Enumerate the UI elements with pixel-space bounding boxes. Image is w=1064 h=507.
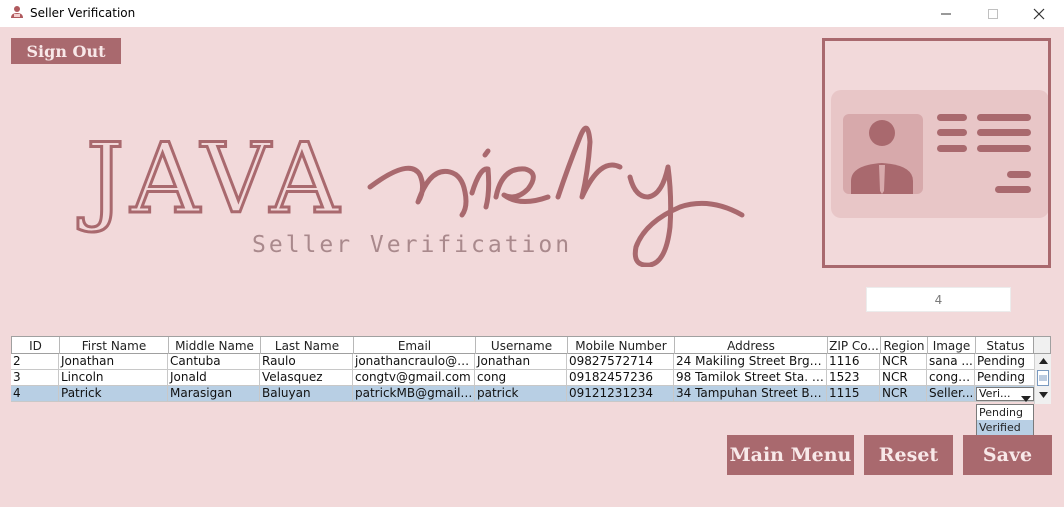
table-row[interactable]: 3 Lincoln Jonald Velasquez congtv@gmail.…: [11, 370, 1034, 386]
cell-username[interactable]: cong: [475, 370, 567, 385]
cell-zip-code[interactable]: 1523: [827, 370, 880, 385]
main-menu-button[interactable]: Main Menu: [727, 435, 854, 475]
brand-caps: JAVA: [77, 123, 345, 235]
status-combo[interactable]: Veri...: [976, 387, 1034, 402]
cell-last-name[interactable]: Velasquez: [260, 370, 353, 385]
title-bar: Seller Verification: [0, 0, 1064, 27]
col-last-name[interactable]: Last Name: [261, 337, 354, 354]
cell-mobile-number[interactable]: 09182457236: [567, 370, 674, 385]
scroll-thumb[interactable]: [1037, 370, 1049, 386]
cell-username[interactable]: patrick: [475, 386, 567, 401]
scroll-down-icon[interactable]: [1035, 388, 1051, 402]
cell-image[interactable]: congtv...: [927, 370, 975, 385]
page-subtitle: Seller Verification: [252, 232, 573, 258]
cell-id[interactable]: 3: [11, 370, 59, 385]
cell-image[interactable]: sana ...: [927, 354, 975, 369]
table-scrollbar[interactable]: [1034, 354, 1051, 404]
col-username[interactable]: Username: [476, 337, 568, 354]
cell-email[interactable]: patrickMB@gmail.c...: [353, 386, 475, 401]
status-option-verified[interactable]: Verified: [977, 420, 1033, 435]
col-image[interactable]: Image: [928, 337, 976, 354]
cell-middle-name[interactable]: Cantuba: [168, 354, 260, 369]
col-address[interactable]: Address: [675, 337, 828, 354]
cell-status[interactable]: Pending: [975, 370, 1034, 385]
cell-region[interactable]: NCR: [880, 370, 927, 385]
cell-region[interactable]: NCR: [880, 386, 927, 401]
col-mobile-number[interactable]: Mobile Number: [568, 337, 675, 354]
cell-mobile-number[interactable]: 09827572714: [567, 354, 674, 369]
seller-table: ID First Name Middle Name Last Name Emai…: [11, 336, 1051, 404]
close-button[interactable]: [1016, 0, 1062, 27]
cell-zip-code[interactable]: 1116: [827, 354, 880, 369]
cell-last-name[interactable]: Baluyan: [260, 386, 353, 401]
seller-id-field[interactable]: 4: [866, 287, 1011, 312]
cell-id[interactable]: 4: [11, 386, 59, 401]
main-panel: Sign Out JAVA riety Seller Verification …: [0, 27, 1064, 507]
col-status[interactable]: Status: [976, 337, 1035, 354]
status-combo-value: Veri...: [979, 387, 1011, 400]
cell-email[interactable]: jonathancraulo@g...: [353, 354, 475, 369]
id-card-icon: [831, 90, 1048, 218]
maximize-button[interactable]: [970, 0, 1016, 27]
table-header: ID First Name Middle Name Last Name Emai…: [11, 336, 1034, 354]
minimize-button[interactable]: [923, 0, 969, 27]
cell-zip-code[interactable]: 1115: [827, 386, 880, 401]
cell-middle-name[interactable]: Jonald: [168, 370, 260, 385]
cell-first-name[interactable]: Patrick: [59, 386, 168, 401]
status-dropdown-list[interactable]: Pending Verified: [976, 404, 1034, 436]
brand-script: riety: [370, 205, 372, 208]
cell-id[interactable]: 2: [11, 354, 59, 369]
save-button[interactable]: Save: [963, 435, 1052, 475]
table-header-corner: [1034, 336, 1051, 354]
cell-address[interactable]: 98 Tamilok Street Sta. Cl...: [674, 370, 827, 385]
table-row-selected[interactable]: 4 Patrick Marasigan Baluyan patrickMB@gm…: [11, 386, 1034, 402]
col-first-name[interactable]: First Name: [60, 337, 169, 354]
scroll-up-icon[interactable]: [1035, 354, 1051, 368]
cell-first-name[interactable]: Lincoln: [59, 370, 168, 385]
cell-region[interactable]: NCR: [880, 354, 927, 369]
table-row[interactable]: 2 Jonathan Cantuba Raulo jonathancraulo@…: [11, 354, 1034, 370]
col-email[interactable]: Email: [354, 337, 476, 354]
col-middle-name[interactable]: Middle Name: [169, 337, 261, 354]
cell-status[interactable]: Pending: [975, 354, 1034, 369]
sign-out-button[interactable]: Sign Out: [11, 38, 121, 64]
cell-image[interactable]: Seller...: [927, 386, 975, 401]
cell-first-name[interactable]: Jonathan: [59, 354, 168, 369]
cell-username[interactable]: Jonathan: [475, 354, 567, 369]
cell-address[interactable]: 34 Tampuhan Street Brgy...: [674, 386, 827, 401]
cell-last-name[interactable]: Raulo: [260, 354, 353, 369]
user-icon: [10, 5, 24, 19]
id-card-frame: [822, 38, 1051, 268]
reset-button[interactable]: Reset: [864, 435, 953, 475]
window-title: Seller Verification: [30, 6, 136, 20]
status-option-pending[interactable]: Pending: [977, 405, 1033, 420]
cell-email[interactable]: congtv@gmail.com: [353, 370, 475, 385]
col-zip-code[interactable]: ZIP Co...: [828, 337, 881, 354]
col-region[interactable]: Region: [881, 337, 928, 354]
cell-middle-name[interactable]: Marasigan: [168, 386, 260, 401]
col-id[interactable]: ID: [12, 337, 60, 354]
cell-address[interactable]: 24 Makiling Street Brgy. T...: [674, 354, 827, 369]
cell-mobile-number[interactable]: 09121231234: [567, 386, 674, 401]
